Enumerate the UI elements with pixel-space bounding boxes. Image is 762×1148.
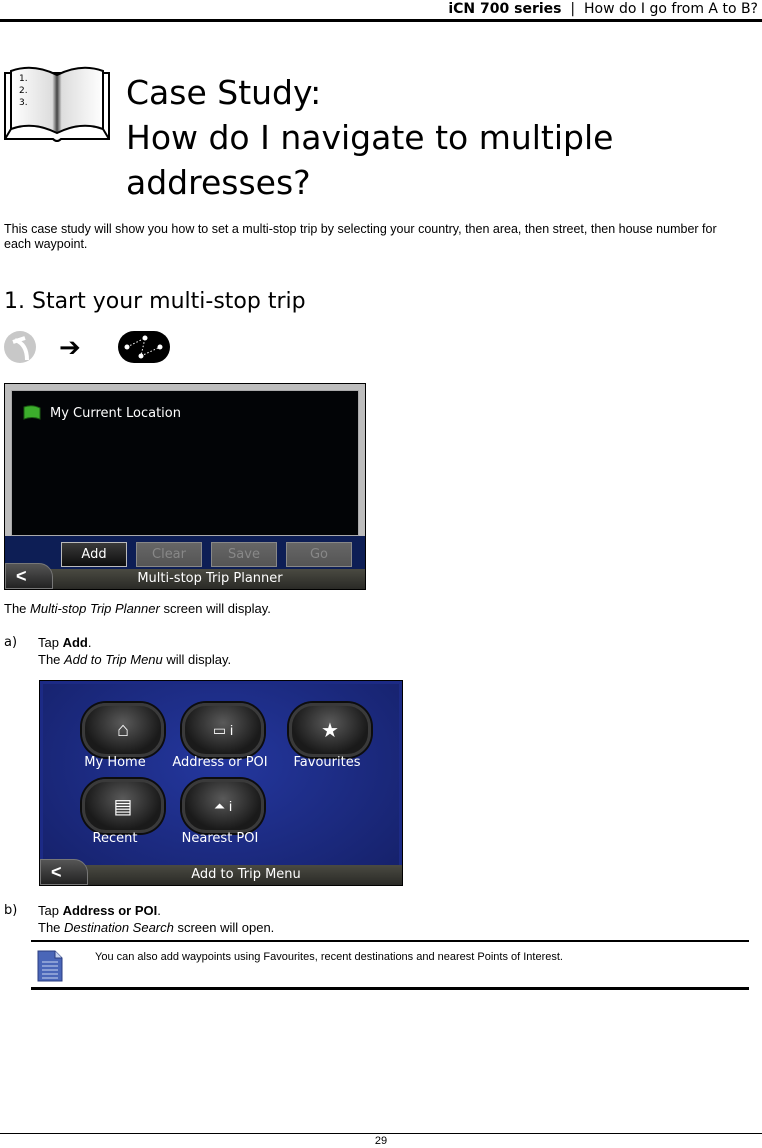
header-section: How do I go from A to B? xyxy=(584,1,758,17)
screen-title: Multi-stop Trip Planner xyxy=(137,571,283,586)
note-text: You can also add waypoints using Favouri… xyxy=(95,951,563,963)
nearest-poi-button[interactable]: ⏶ i xyxy=(182,779,264,833)
my-home-label: My Home xyxy=(84,755,146,770)
navigation-path: ➔ xyxy=(3,330,183,364)
step-letter: a) xyxy=(4,635,18,650)
svg-text:3.: 3. xyxy=(19,98,28,108)
page-header: iCN 700 series | How do I go from A to B… xyxy=(0,0,762,22)
house-icon: ⌂ xyxy=(116,718,130,741)
save-button[interactable]: Save xyxy=(211,542,277,567)
screen-title-bar: Add to Trip Menu xyxy=(40,865,402,885)
emphasis: Destination Search xyxy=(64,920,174,935)
back-button[interactable]: < xyxy=(5,563,53,589)
step-text: Tap Add. The Add to Trip Menu will displ… xyxy=(38,634,231,668)
emphasis: Add to Trip Menu xyxy=(64,652,163,667)
svg-text:2.: 2. xyxy=(19,86,28,96)
address-or-poi-button[interactable]: ▭ i xyxy=(182,703,264,757)
numbered-book-icon: 1. 2. 3. xyxy=(4,66,110,142)
text: screen will open. xyxy=(173,920,275,935)
address-or-poi-label: Address or POI xyxy=(172,755,268,770)
nearest-poi-label: Nearest POI xyxy=(181,831,259,846)
green-flag-icon xyxy=(23,405,41,420)
address-poi-icon: ▭ i xyxy=(212,721,234,738)
step-text: Tap Address or POI. The Destination Sear… xyxy=(38,902,274,936)
title-line-1: Case Study: xyxy=(126,73,322,112)
screen-title: Add to Trip Menu xyxy=(191,867,301,882)
text: The xyxy=(38,920,65,935)
paragraph: The Multi-stop Trip Planner screen will … xyxy=(4,601,271,616)
page-number: 29 xyxy=(374,1135,388,1147)
favourites-label: Favourites xyxy=(293,755,361,770)
emphasis: Multi-stop Trip Planner xyxy=(30,601,160,616)
title-line-3: addresses? xyxy=(126,163,311,202)
back-button[interactable]: < xyxy=(40,859,88,885)
recent-cards-icon: ▤ xyxy=(113,795,133,818)
page-title: Case Study: How do I navigate to multipl… xyxy=(126,70,613,205)
note-document-icon xyxy=(37,950,63,982)
text: The xyxy=(38,652,65,667)
route-icon xyxy=(4,331,36,363)
header-separator: | xyxy=(570,1,576,17)
multi-stop-trip-planner-screenshot: My Current Location Add Clear Save Go Mu… xyxy=(4,383,366,590)
multi-stop-icon xyxy=(118,331,170,363)
screen-title-bar: Multi-stop Trip Planner xyxy=(5,569,365,589)
arrow-right-icon: ➔ xyxy=(59,332,81,362)
recent-button[interactable]: ▤ xyxy=(82,779,164,833)
svg-text:1.: 1. xyxy=(19,74,28,84)
recent-label: Recent xyxy=(92,831,138,846)
favourites-button[interactable]: ★ xyxy=(289,703,371,757)
section-heading: 1. Start your multi-stop trip xyxy=(4,289,306,314)
text: . xyxy=(157,903,161,918)
page-footer: 29 xyxy=(0,1133,762,1148)
current-location-label: My Current Location xyxy=(50,405,181,421)
add-button[interactable]: Add xyxy=(61,542,127,567)
clear-button[interactable]: Clear xyxy=(136,542,202,567)
text: will display. xyxy=(162,652,232,667)
text: The xyxy=(4,601,31,616)
product-name: iCN 700 series xyxy=(448,1,562,17)
title-line-2: How do I navigate to multiple xyxy=(126,118,614,157)
intro-paragraph: This case study will show you how to set… xyxy=(4,222,717,251)
text: screen will display. xyxy=(159,601,271,616)
nearest-poi-icon: ⏶ i xyxy=(213,797,233,814)
bold-text: Address or POI xyxy=(62,903,158,918)
add-to-trip-menu-screenshot: ⌂ My Home ▭ i Address or POI ★ Favourite… xyxy=(39,680,403,886)
trip-list: My Current Location xyxy=(11,390,359,536)
step-letter: b) xyxy=(4,903,18,918)
text: Tap xyxy=(38,903,63,918)
go-button[interactable]: Go xyxy=(286,542,352,567)
my-home-button[interactable]: ⌂ xyxy=(82,703,164,757)
bold-text: Add xyxy=(62,635,88,650)
note-box: You can also add waypoints using Favouri… xyxy=(31,940,749,990)
text: . xyxy=(87,635,92,650)
list-item[interactable]: My Current Location xyxy=(22,405,181,421)
text: Tap xyxy=(38,635,63,650)
star-icon: ★ xyxy=(321,719,339,742)
